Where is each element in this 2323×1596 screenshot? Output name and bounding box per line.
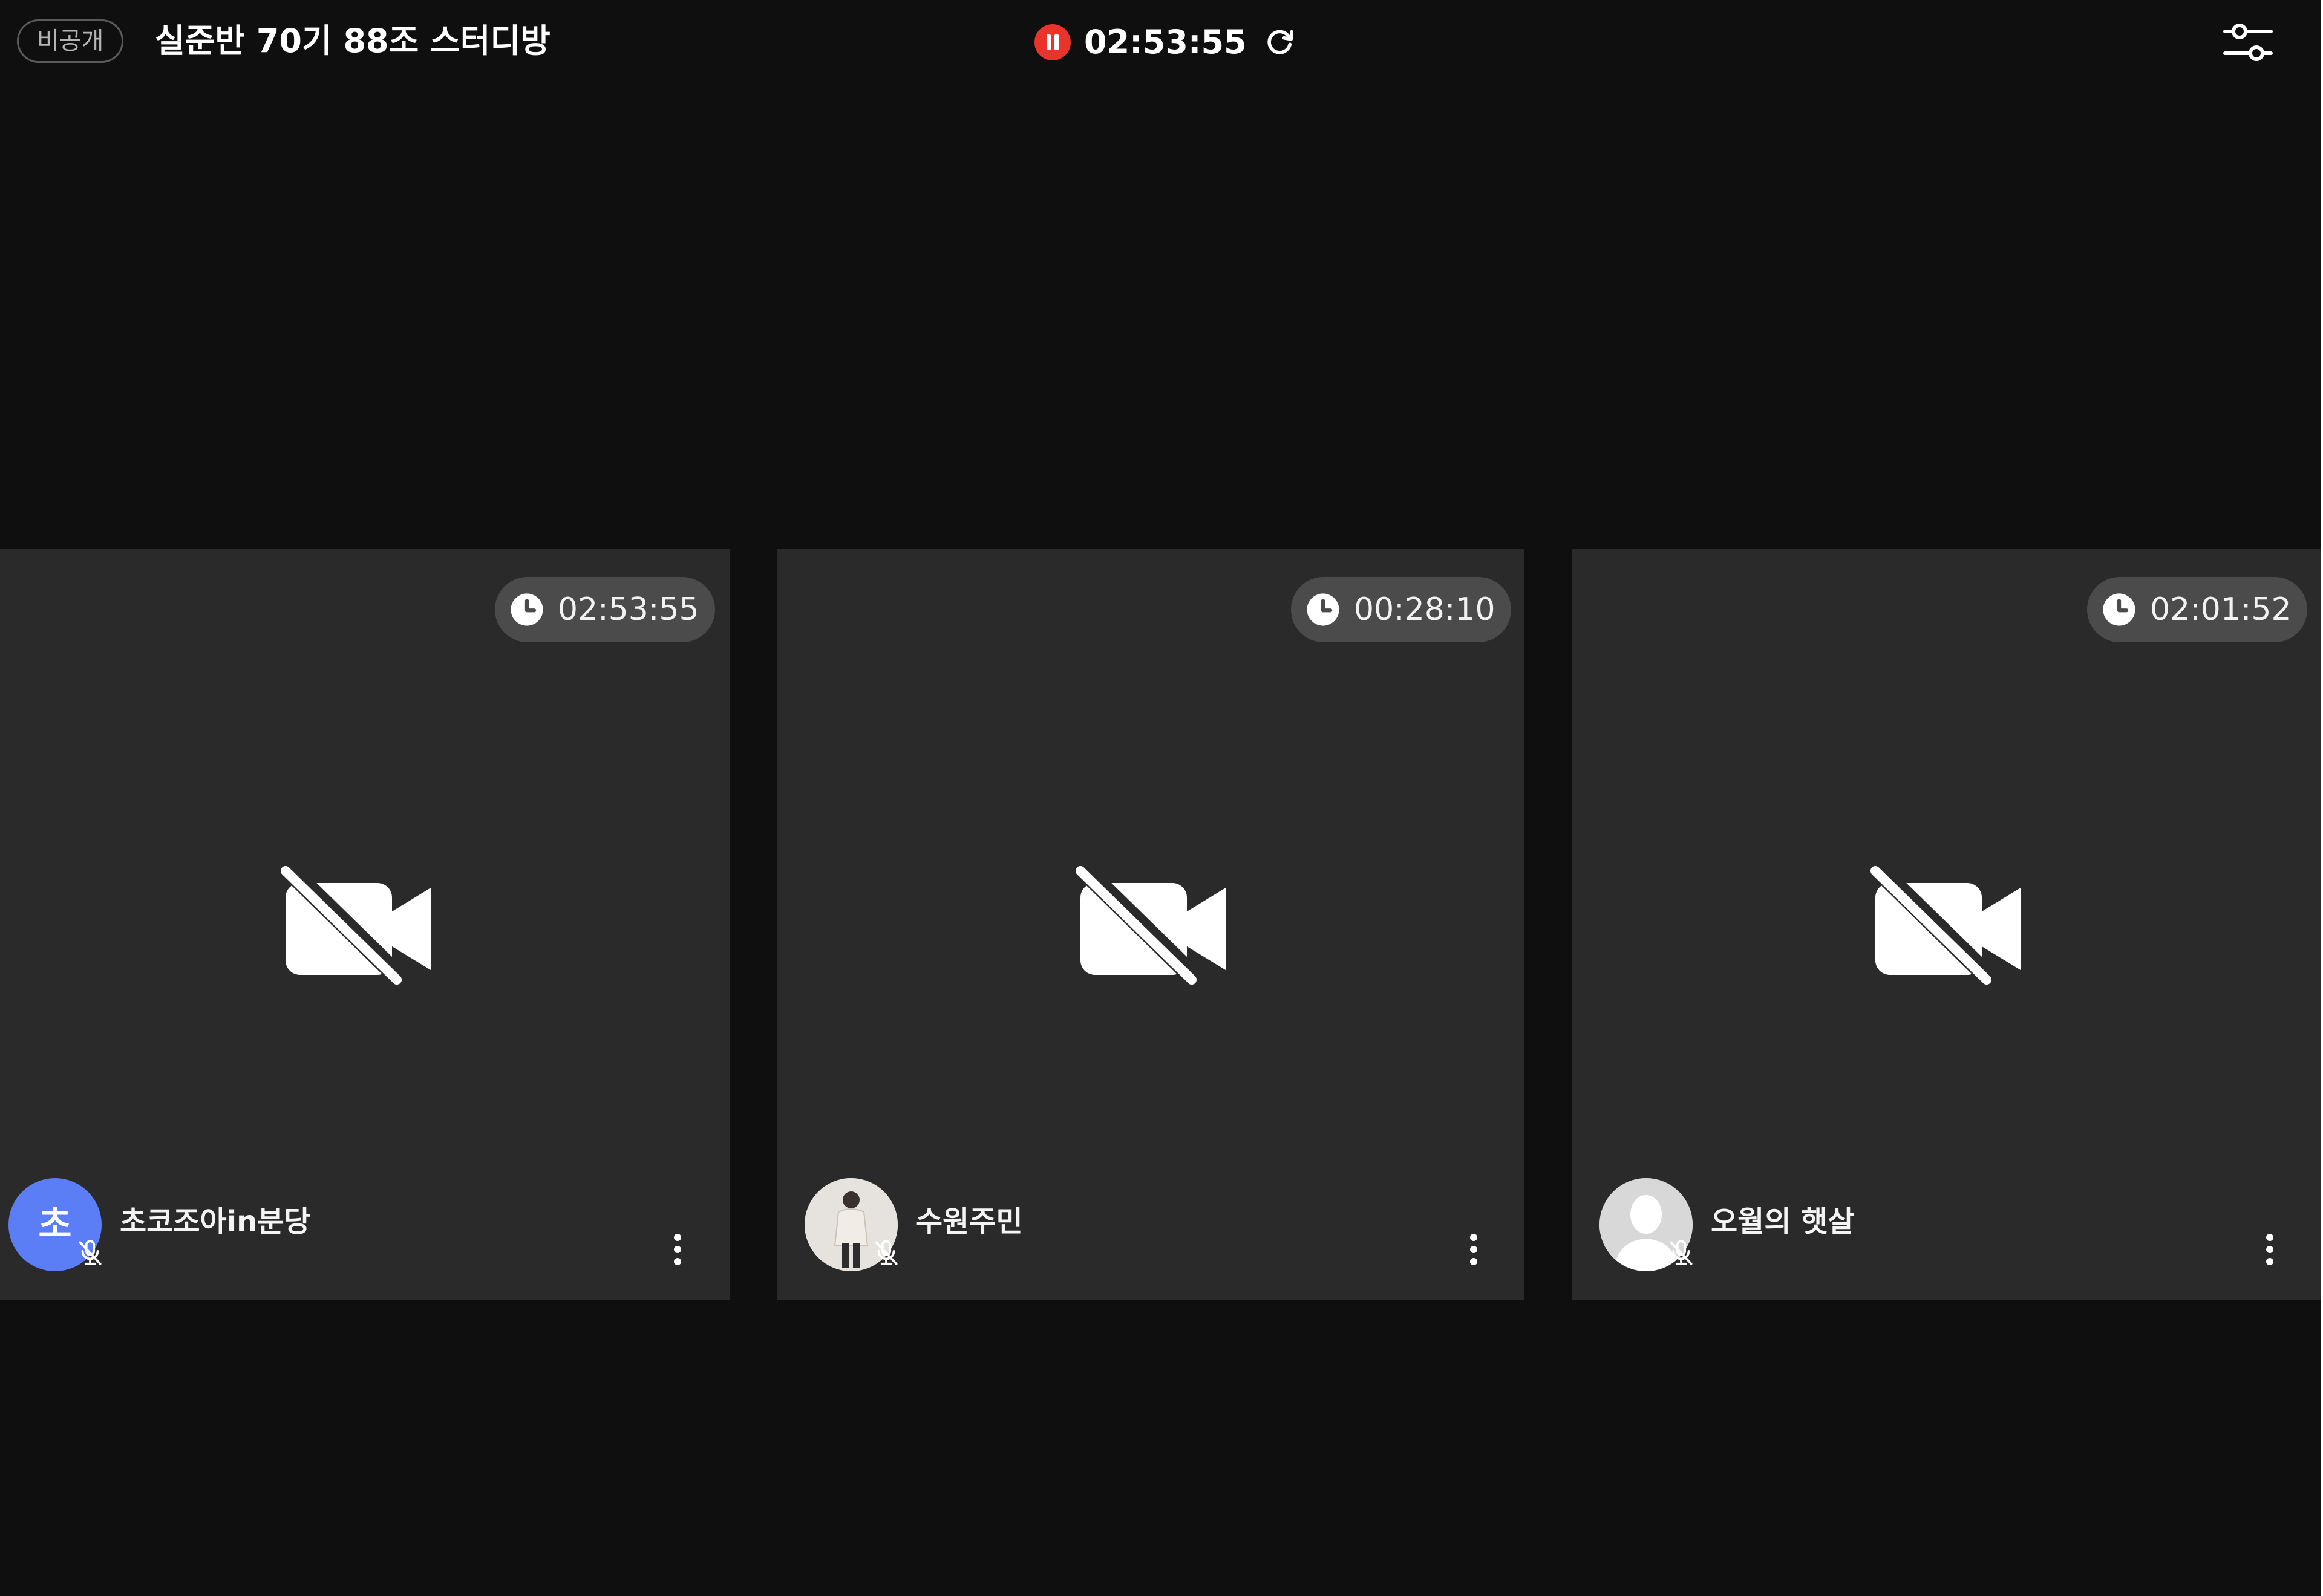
participant-grid: 02:53:55 초 초코조아in분당 00:28:10 수원주민 02:01:… <box>0 549 2323 1300</box>
participant-name: 수원주민 <box>916 1205 1023 1239</box>
pause-icon[interactable] <box>1034 24 1071 60</box>
participant-time: 02:53:55 <box>558 591 699 628</box>
mic-off-icon <box>875 1240 898 1265</box>
mic-off-icon <box>79 1240 102 1265</box>
participant-time: 02:01:52 <box>2150 591 2292 628</box>
camera-off-icon <box>1076 864 1226 985</box>
refresh-icon[interactable] <box>1263 25 1296 59</box>
clock-icon <box>1307 593 1339 626</box>
sliders-icon[interactable] <box>2223 22 2273 63</box>
privacy-badge: 비공개 <box>17 19 124 63</box>
participant-timer: 00:28:10 <box>1291 577 1511 642</box>
session-time: 02:53:55 <box>1084 23 1247 61</box>
clock-icon <box>2103 593 2135 626</box>
participant-timer: 02:53:55 <box>495 577 715 642</box>
window-edge <box>2321 0 2323 1596</box>
room-header: 비공개 실준반 70기 88조 스터디방 02:53:55 <box>0 0 2323 85</box>
participant-tile[interactable]: 02:53:55 초 초코조아in분당 <box>0 549 730 1300</box>
camera-off-icon <box>1870 864 2021 985</box>
participant-name: 오월의 햇살 <box>1711 1205 1855 1239</box>
participant-tile[interactable]: 00:28:10 수원주민 <box>777 549 1524 1300</box>
room-title: 실준반 70기 88조 스터디방 <box>155 22 551 60</box>
participant-timer: 02:01:52 <box>2087 577 2307 642</box>
mic-off-icon <box>1670 1240 1693 1265</box>
more-vertical-icon[interactable] <box>665 1229 690 1277</box>
clock-icon <box>511 593 543 626</box>
participant-name: 초코조아in분당 <box>120 1205 311 1239</box>
participant-tile[interactable]: 02:01:52 오월의 햇살 <box>1572 549 2321 1300</box>
session-timer: 02:53:55 <box>1034 19 1296 65</box>
participant-time: 00:28:10 <box>1354 591 1495 628</box>
study-room-screen: 비공개 실준반 70기 88조 스터디방 02:53:55 02:53:55 초… <box>0 0 2323 1596</box>
more-vertical-icon[interactable] <box>1462 1229 1486 1277</box>
camera-off-icon <box>281 864 431 985</box>
more-vertical-icon[interactable] <box>2258 1229 2282 1277</box>
